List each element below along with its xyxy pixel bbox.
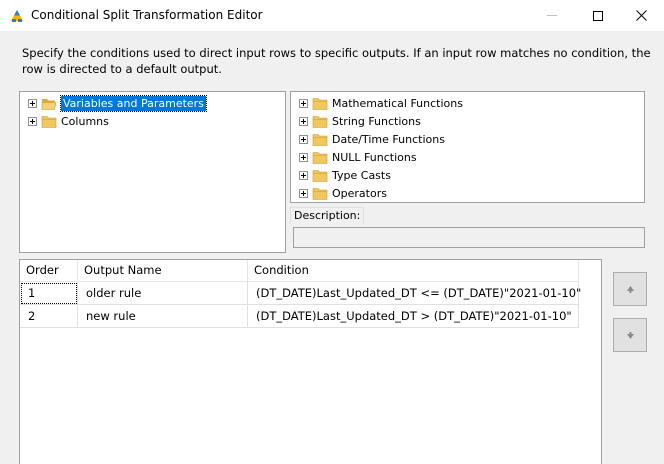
- tree-item-label: Type Casts: [332, 168, 391, 182]
- folder-icon: [312, 169, 328, 182]
- tree-item-label: Operators: [332, 186, 387, 200]
- folder-icon: [41, 115, 57, 128]
- tree-item-label: Mathematical Functions: [332, 96, 463, 110]
- title-bar: Conditional Split Transformation Editor: [0, 0, 664, 31]
- tree-item-null-functions[interactable]: NULL Functions: [299, 148, 417, 166]
- move-down-button[interactable]: [613, 318, 647, 352]
- maximize-button[interactable]: [575, 0, 621, 31]
- input-tree-panel[interactable]: Variables and Parameters Columns: [19, 91, 286, 253]
- minimize-button[interactable]: [529, 0, 575, 31]
- arrow-down-icon: [626, 331, 634, 339]
- expand-icon[interactable]: [28, 98, 37, 108]
- expand-icon[interactable]: [299, 116, 308, 126]
- tree-item-label: Columns: [61, 114, 109, 128]
- arrow-up-icon: [626, 285, 634, 293]
- tree-item-columns[interactable]: Columns: [28, 112, 109, 130]
- expand-icon[interactable]: [299, 188, 308, 198]
- column-header-condition[interactable]: Condition: [248, 260, 579, 282]
- tree-item-mathematical-functions[interactable]: Mathematical Functions: [299, 94, 463, 112]
- tree-item-date-time-functions[interactable]: Date/Time Functions: [299, 130, 445, 148]
- ssis-app-icon: [11, 10, 23, 22]
- open-folder-icon: [41, 98, 57, 110]
- tree-item-label: NULL Functions: [332, 150, 417, 164]
- expand-icon[interactable]: [299, 152, 308, 162]
- tree-item-variables-and-parameters[interactable]: Variables and Parameters: [28, 94, 207, 112]
- folder-icon: [312, 187, 328, 200]
- cell-order[interactable]: 1: [20, 282, 78, 305]
- cell-condition[interactable]: (DT_DATE)Last_Updated_DT > (DT_DATE)"202…: [248, 305, 579, 328]
- conditions-grid[interactable]: Order Output Name Condition 1 older rule…: [19, 259, 602, 464]
- expand-icon[interactable]: [28, 116, 37, 126]
- window-title: Conditional Split Transformation Editor: [31, 8, 263, 22]
- maximize-icon: [593, 10, 603, 21]
- tree-item-type-casts[interactable]: Type Casts: [299, 166, 391, 184]
- expand-icon[interactable]: [299, 134, 308, 144]
- folder-icon: [312, 115, 328, 128]
- instruction-text: Specify the conditions used to direct in…: [22, 46, 651, 76]
- close-icon: [635, 10, 647, 21]
- column-header-order[interactable]: Order: [20, 260, 78, 282]
- cell-output-name[interactable]: new rule: [78, 305, 248, 328]
- close-button[interactable]: [618, 0, 664, 31]
- functions-tree-panel[interactable]: Mathematical Functions String Functions …: [290, 91, 645, 203]
- tree-item-operators[interactable]: Operators: [299, 184, 387, 202]
- tree-item-label: Variables and Parameters: [60, 94, 207, 112]
- folder-icon: [312, 151, 328, 164]
- tree-item-label: Date/Time Functions: [332, 132, 445, 146]
- minimize-icon: [547, 15, 557, 16]
- move-up-button[interactable]: [613, 272, 647, 306]
- tree-item-label: String Functions: [332, 114, 421, 128]
- expand-icon[interactable]: [299, 170, 308, 180]
- cell-order[interactable]: 2: [20, 305, 78, 328]
- folder-icon: [312, 133, 328, 146]
- folder-icon: [312, 97, 328, 110]
- cell-condition[interactable]: (DT_DATE)Last_Updated_DT <= (DT_DATE)"20…: [248, 282, 581, 305]
- description-box: [293, 227, 645, 248]
- tree-item-string-functions[interactable]: String Functions: [299, 112, 421, 130]
- expand-icon[interactable]: [299, 98, 308, 108]
- column-header-output-name[interactable]: Output Name: [78, 260, 248, 282]
- description-label: Description:: [290, 207, 365, 224]
- cell-output-name[interactable]: older rule: [78, 282, 248, 305]
